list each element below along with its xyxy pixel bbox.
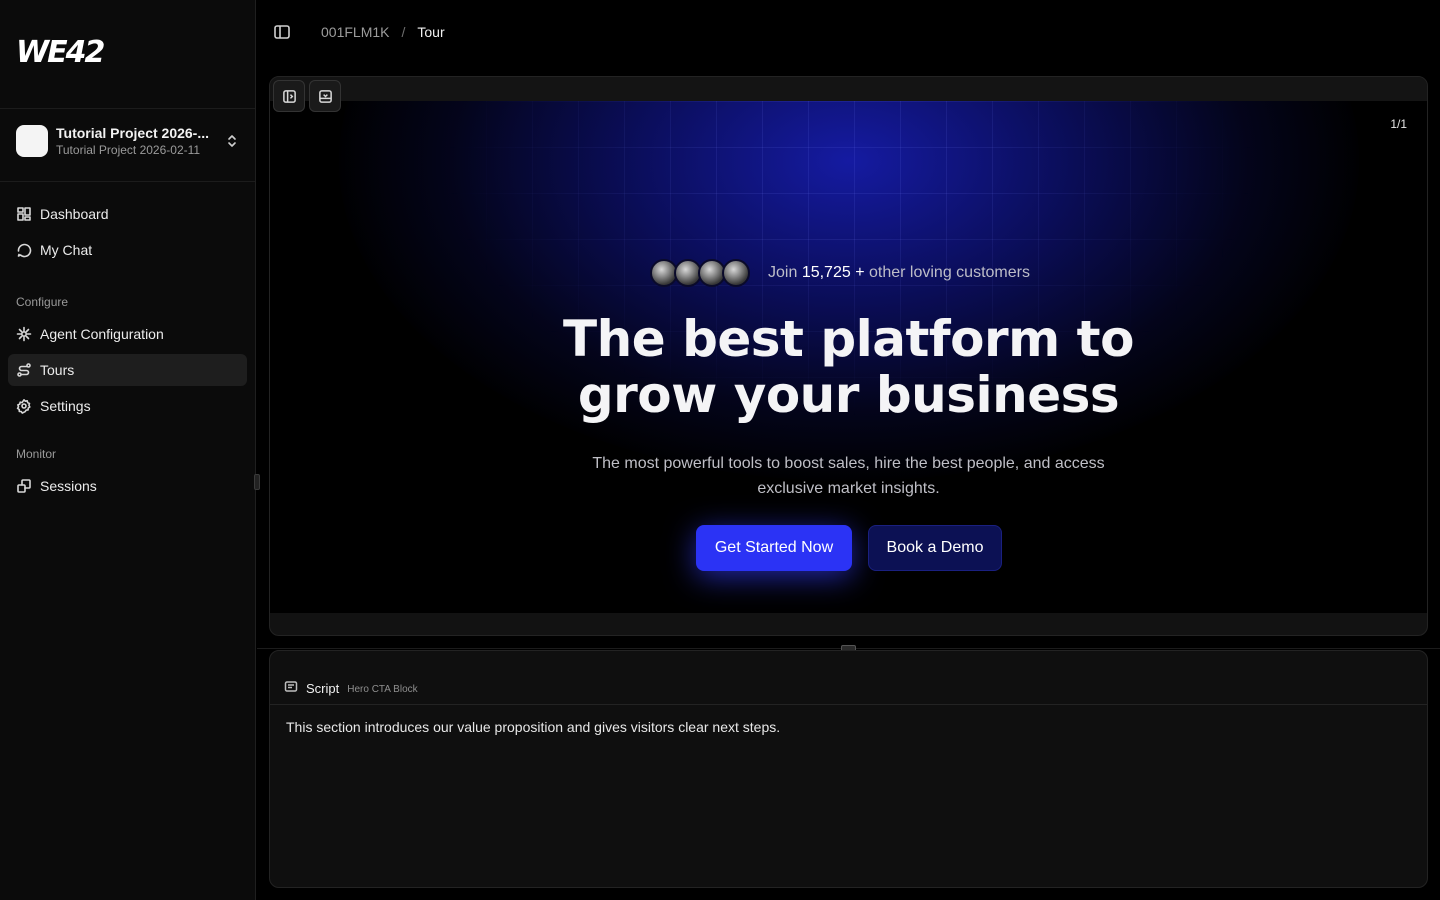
- script-block-tag: Hero CTA Block: [347, 684, 418, 695]
- project-subtitle: Tutorial Project 2026-02-11: [56, 143, 201, 157]
- sidebar: WE42 Tutorial Project 2026-... Tutorial …: [0, 0, 256, 900]
- sidebar-item-agent-configuration[interactable]: Agent Configuration: [8, 318, 247, 350]
- breadcrumb-current: Tour: [417, 24, 445, 40]
- chevron-up-down-icon: [228, 135, 236, 147]
- sidebar-resize-handle[interactable]: [254, 474, 260, 490]
- hero-subtitle-text: The most powerful tools to boost sales, …: [592, 455, 1105, 497]
- hero-title-text: The best platform to grow your business: [563, 310, 1134, 424]
- logo-text: WE42: [16, 35, 105, 70]
- sidebar-divider: [0, 108, 255, 109]
- sidebar-item-dashboard[interactable]: Dashboard: [8, 198, 247, 230]
- sidebar-item-my-chat[interactable]: My Chat: [8, 234, 247, 266]
- sessions-icon: [17, 479, 31, 493]
- project-avatar: [16, 125, 48, 157]
- script-text[interactable]: This section introduces our value propos…: [286, 719, 780, 735]
- section-heading-monitor: Monitor: [16, 447, 57, 461]
- script-icon: [284, 681, 298, 692]
- script-header: Script Hero CTA Block: [270, 651, 1427, 705]
- panel-left-expand-icon: [282, 89, 296, 103]
- sidebar-item-label: Settings: [40, 398, 91, 414]
- dashboard-icon: [17, 207, 31, 221]
- toggle-sidebar-preview-button[interactable]: [273, 80, 305, 112]
- sidebar-item-label: Tours: [40, 362, 75, 378]
- customer-avatars: [650, 259, 750, 287]
- sidebar-divider: [0, 181, 255, 182]
- social-proof: Join 15,725 + other loving customers: [650, 259, 1030, 287]
- sidebar-toggle-button[interactable]: [273, 23, 291, 41]
- project-name: Tutorial Project 2026-...: [56, 125, 210, 141]
- social-suffix: other loving customers: [869, 264, 1030, 281]
- project-switcher[interactable]: Tutorial Project 2026-... Tutorial Proje…: [8, 118, 248, 164]
- sidebar-item-label: Agent Configuration: [40, 326, 164, 342]
- brand-logo[interactable]: WE42: [16, 36, 142, 70]
- agent-icon: [16, 326, 32, 342]
- breadcrumb-separator: /: [401, 24, 406, 40]
- sidebar-item-label: Sessions: [40, 478, 97, 494]
- sidebar-item-settings[interactable]: Settings: [8, 390, 247, 422]
- sidebar-item-sessions[interactable]: Sessions: [8, 470, 247, 502]
- tour-preview-panel: 1/1 Join 15,725 + other loving customers…: [269, 76, 1428, 636]
- social-prefix: Join: [768, 264, 798, 281]
- panel-left-icon: [274, 25, 290, 39]
- sidebar-item-label: My Chat: [40, 242, 93, 258]
- hero-subtitle: The most powerful tools to boost sales, …: [270, 451, 1427, 501]
- topbar: 001FLM1K / Tour: [257, 0, 1440, 64]
- script-panel: Script Hero CTA Block This section intro…: [269, 650, 1428, 888]
- hero-title: The best platform to grow your business: [270, 311, 1427, 423]
- script-title: Script: [306, 681, 340, 696]
- breadcrumb-parent[interactable]: 001FLM1K: [321, 24, 389, 40]
- preview-toolbar: [270, 77, 1427, 101]
- chat-icon: [17, 243, 32, 258]
- avatar: [722, 259, 750, 287]
- book-demo-button[interactable]: Book a Demo: [868, 525, 1002, 571]
- get-started-button[interactable]: Get Started Now: [696, 525, 852, 571]
- route-icon: [17, 363, 31, 377]
- preview-stage: 1/1 Join 15,725 + other loving customers…: [270, 101, 1427, 613]
- section-heading-configure: Configure: [16, 295, 69, 309]
- breadcrumb: 001FLM1K / Tour: [291, 24, 445, 40]
- social-proof-text: Join 15,725 + other loving customers: [768, 264, 1030, 282]
- page-counter: 1/1: [1390, 117, 1407, 131]
- sidebar-item-tours[interactable]: Tours: [8, 354, 247, 386]
- project-text: Tutorial Project 2026-... Tutorial Proje…: [56, 125, 224, 157]
- sidebar-item-label: Dashboard: [40, 206, 109, 222]
- gear-icon: [16, 399, 31, 414]
- customer-count: 15,725 +: [801, 264, 865, 281]
- toggle-bottom-panel-button[interactable]: [309, 80, 341, 112]
- panel-bottom-icon: [318, 89, 332, 103]
